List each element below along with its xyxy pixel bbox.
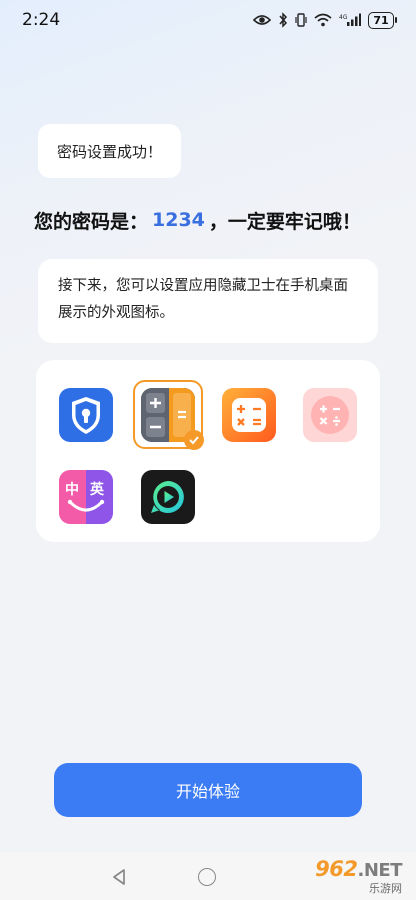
back-icon[interactable] bbox=[111, 868, 127, 890]
icon-selection-card: 中 英 bbox=[36, 360, 380, 542]
info-text: 接下来，您可以设置应用隐藏卫士在手机桌面展示的外观图标。 bbox=[58, 278, 348, 321]
translator-icon[interactable]: 中 英 bbox=[59, 470, 113, 524]
info-card: 接下来，您可以设置应用隐藏卫士在手机桌面展示的外观图标。 bbox=[38, 259, 378, 343]
battery-icon: 71 bbox=[368, 11, 397, 29]
vibrate-icon bbox=[295, 12, 307, 28]
status-icons: 4G 71 bbox=[253, 11, 397, 29]
eye-icon bbox=[253, 13, 271, 27]
orange-calculator-icon[interactable] bbox=[222, 388, 276, 442]
success-message-bubble: 密码设置成功！ bbox=[38, 124, 181, 178]
pink-calculator-icon[interactable] bbox=[303, 388, 357, 442]
watermark-brand: 962 bbox=[315, 856, 358, 881]
signal-icon: 4G bbox=[339, 13, 361, 27]
start-button[interactable]: 开始体验 bbox=[54, 763, 362, 817]
network-type-label: 4G bbox=[339, 14, 348, 21]
password-value: 1234 bbox=[152, 209, 205, 231]
status-time: 2:24 bbox=[22, 10, 61, 30]
wifi-icon bbox=[314, 13, 332, 27]
password-headline: 您的密码是： 1234 ，一定要牢记哦！ bbox=[34, 204, 361, 236]
video-player-icon[interactable] bbox=[141, 470, 195, 524]
translator-label-b: 英 bbox=[89, 481, 105, 498]
home-icon[interactable] bbox=[198, 868, 216, 886]
headline-suffix: ，一定要牢记哦！ bbox=[208, 210, 361, 233]
shield-lock-icon[interactable] bbox=[59, 388, 113, 442]
bluetooth-icon bbox=[278, 12, 288, 28]
watermark-sub: 乐游网 bbox=[369, 881, 402, 895]
status-bar: 2:24 4G 71 bbox=[0, 0, 416, 40]
headline-prefix: 您的密码是： bbox=[34, 210, 149, 233]
success-message: 密码设置成功！ bbox=[56, 142, 162, 161]
watermark-tld: .NET bbox=[357, 859, 403, 881]
watermark-logo: 962.NET 乐游网 bbox=[280, 852, 416, 900]
selected-check-icon bbox=[184, 430, 204, 450]
translator-label-a: 中 bbox=[65, 481, 79, 498]
